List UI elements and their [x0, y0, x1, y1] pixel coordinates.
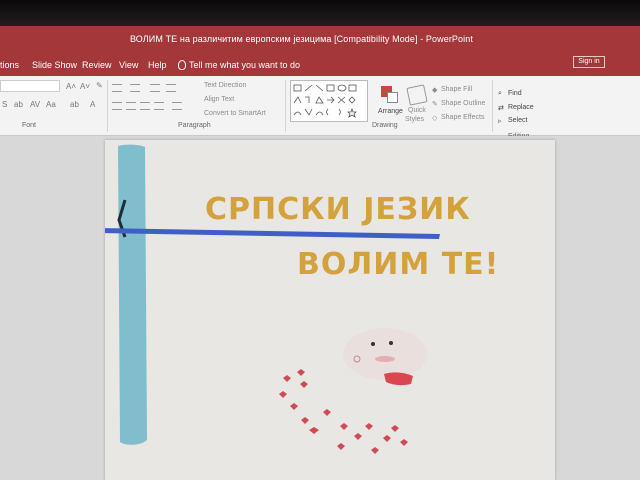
align-center-icon[interactable]: [126, 102, 136, 110]
convert-smartart-button[interactable]: Convert to SmartArt: [204, 110, 266, 117]
menu-item-help[interactable]: Help: [148, 60, 167, 70]
align-right-icon[interactable]: [140, 102, 150, 110]
slide-title-line-1[interactable]: СРПСКИ ЈЕЗИК: [205, 192, 471, 227]
slide-title-line-2[interactable]: ВОЛИМ ТЕ!: [297, 247, 499, 282]
lightbulb-icon: [178, 60, 186, 70]
replace-icon: ⇄: [498, 105, 504, 112]
slide-canvas[interactable]: СРПСКИ ЈЕЗИК ВОЛИМ ТЕ!: [105, 140, 555, 480]
blue-vertical-bar: [118, 144, 147, 445]
quick-styles-label-2[interactable]: Styles: [405, 116, 424, 123]
ribbon-separator: [492, 80, 493, 132]
line-spacing-icon[interactable]: [166, 84, 176, 92]
find-button[interactable]: Find: [508, 90, 522, 97]
highlight-icon[interactable]: ab: [70, 100, 79, 109]
quick-styles-label-1[interactable]: Quick: [408, 107, 426, 114]
ribbon-separator: [107, 80, 108, 132]
font-color-icon[interactable]: A: [90, 100, 95, 109]
menu-item-review[interactable]: Review: [82, 60, 112, 70]
shape-effects-icon: ◇: [432, 115, 438, 122]
strikethrough-icon[interactable]: S: [2, 100, 7, 109]
select-icon: ▹: [498, 118, 502, 125]
shape-fill-icon: ◆: [432, 87, 438, 94]
sign-in-button[interactable]: Sign in: [573, 56, 605, 68]
tell-me-box[interactable]: Tell me what you want to do: [178, 60, 300, 70]
window-title: ВОЛИМ ТЕ на различитим европским језицим…: [130, 34, 473, 44]
spacing-icon[interactable]: AV: [30, 100, 40, 109]
columns-icon[interactable]: [172, 102, 182, 110]
font-size-box[interactable]: [0, 80, 60, 92]
change-case-icon[interactable]: Aa: [46, 100, 56, 109]
arrange-button[interactable]: Arrange: [378, 108, 403, 115]
shape-outline-icon: ✎: [432, 101, 438, 108]
replace-button[interactable]: Replace: [508, 104, 534, 111]
drawing-group-label: Drawing: [372, 122, 398, 129]
arrange-icon[interactable]: [381, 86, 399, 104]
select-button[interactable]: Select: [508, 117, 527, 124]
shape-effects-button[interactable]: Shape Effects: [441, 114, 484, 121]
shapes-gallery[interactable]: [290, 80, 368, 122]
powerpoint-window: ВОЛИМ ТЕ на различитим европским језицим…: [0, 0, 640, 480]
font-group-label: Font: [22, 122, 37, 129]
char-spacing-icon[interactable]: ab: [14, 100, 23, 109]
shape-outline-button[interactable]: Shape Outline: [441, 100, 485, 107]
menu-bar: tions Slide Show Review View Help Tell m…: [0, 54, 640, 76]
ribbon-separator: [285, 80, 286, 132]
shape-fill-button[interactable]: Shape Fill: [441, 86, 472, 93]
menu-item-view[interactable]: View: [119, 60, 138, 70]
clear-format-icon[interactable]: ✎: [96, 81, 103, 90]
justify-icon[interactable]: [154, 102, 164, 110]
tell-me-label: Tell me what you want to do: [189, 60, 301, 70]
indent-icon[interactable]: [150, 84, 160, 92]
blue-horizontal-line: [105, 228, 440, 239]
text-direction-button[interactable]: Text Direction: [204, 82, 246, 89]
bullets-icon[interactable]: [112, 84, 122, 92]
shrink-font-icon[interactable]: A˅: [80, 82, 90, 91]
align-left-icon[interactable]: [112, 102, 122, 110]
align-text-button[interactable]: Align Text: [204, 96, 234, 103]
paragraph-group-label: Paragraph: [178, 122, 211, 129]
title-bar: ВОЛИМ ТЕ на различитим европским језицим…: [0, 26, 640, 54]
menu-item-transitions[interactable]: tions: [0, 60, 19, 70]
menu-item-slide-show[interactable]: Slide Show: [32, 60, 77, 70]
numbering-icon[interactable]: [130, 84, 140, 92]
grow-font-icon[interactable]: A˄: [66, 82, 76, 91]
find-icon: ⌕: [498, 90, 502, 97]
quick-styles-icon[interactable]: [406, 84, 428, 106]
slide-artwork: [105, 144, 440, 454]
face-drawing: [343, 328, 427, 386]
